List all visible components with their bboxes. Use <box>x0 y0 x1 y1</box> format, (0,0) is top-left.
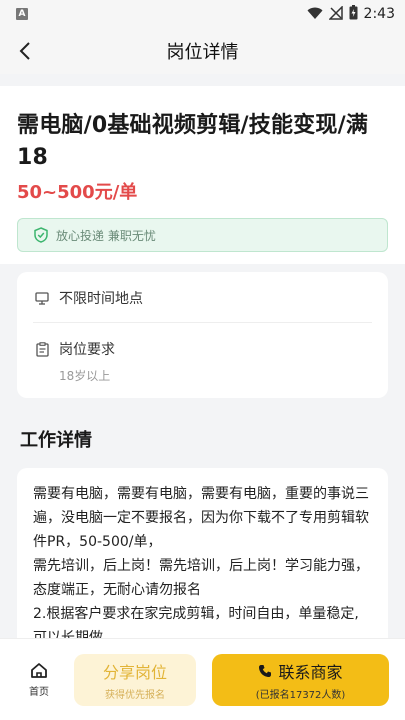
nav-bar: 岗位详情 <box>0 28 405 74</box>
job-salary: 50~500元/单 <box>17 182 138 203</box>
assurance-text: 放心投递 兼职无忧 <box>56 228 156 243</box>
clipboard-icon <box>33 340 51 358</box>
share-label: 分享岗位 <box>102 662 167 682</box>
detail-line: 2.根据客户要求在家完成剪辑，时间自由，单量稳定,可以长期做 <box>33 606 359 638</box>
requirement-row: 岗位要求 18岁以上 <box>33 322 372 398</box>
chevron-left-icon <box>19 42 30 60</box>
clock-time: 2:43 <box>363 6 395 22</box>
section-title-detail: 工作详情 <box>20 430 92 451</box>
contact-sub-label: (已报名17372人数) <box>255 689 346 701</box>
share-sub-label: 获得优先报名 <box>105 689 165 701</box>
job-detail-box: 需要有电脑，需要有电脑，需要有电脑，重要的事说三遍，没电脑一定不要报名，因为你下… <box>17 468 388 638</box>
home-icon <box>31 662 47 678</box>
job-header-card: 需电脑/0基础视频剪辑/技能变现/满18 50~500元/单 放心投递 兼职无忧 <box>0 86 405 264</box>
signal-off-icon <box>327 4 343 24</box>
location-text: 不限时间地点 <box>59 291 143 307</box>
job-info-box: 不限时间地点 岗位要求 18岁以上 <box>17 272 388 398</box>
wifi-icon <box>307 5 323 24</box>
home-label: 首页 <box>29 686 49 698</box>
main-content[interactable]: 需电脑/0基础视频剪辑/技能变现/满18 50~500元/单 放心投递 兼职无忧… <box>0 86 405 638</box>
page-title: 岗位详情 <box>166 42 239 63</box>
job-title: 需电脑/0基础视频剪辑/技能变现/满18 <box>17 113 369 170</box>
monitor-icon <box>33 289 51 307</box>
notification-a-icon: A <box>16 8 28 20</box>
phone-icon <box>259 664 272 677</box>
status-bar: A 2:43 <box>0 0 405 28</box>
detail-line: 需先培训，后上岗！需先培训，后上岗！学习能力强，态度端正，无耐心请勿报名 <box>33 558 369 598</box>
detail-line: 需要有电脑，需要有电脑，需要有电脑，重要的事说三遍，没电脑一定不要报名，因为你下… <box>33 486 369 550</box>
requirement-value: 18岁以上 <box>59 369 111 383</box>
home-button[interactable]: 首页 <box>16 662 62 698</box>
contact-label: 联系商家 <box>278 662 343 682</box>
battery-charging-icon <box>349 4 358 24</box>
requirement-label: 岗位要求 <box>59 342 115 358</box>
contact-merchant-button[interactable]: 联系商家 (已报名17372人数) <box>212 653 389 706</box>
shield-check-icon <box>34 227 48 243</box>
assurance-banner: 放心投递 兼职无忧 <box>17 218 388 252</box>
bottom-action-bar: 首页 分享岗位 获得优先报名 联系商家 (已报名17372人数) <box>0 638 405 720</box>
back-button[interactable] <box>14 40 36 62</box>
share-job-button[interactable]: 分享岗位 获得优先报名 <box>74 653 196 706</box>
location-row: 不限时间地点 <box>33 272 372 322</box>
